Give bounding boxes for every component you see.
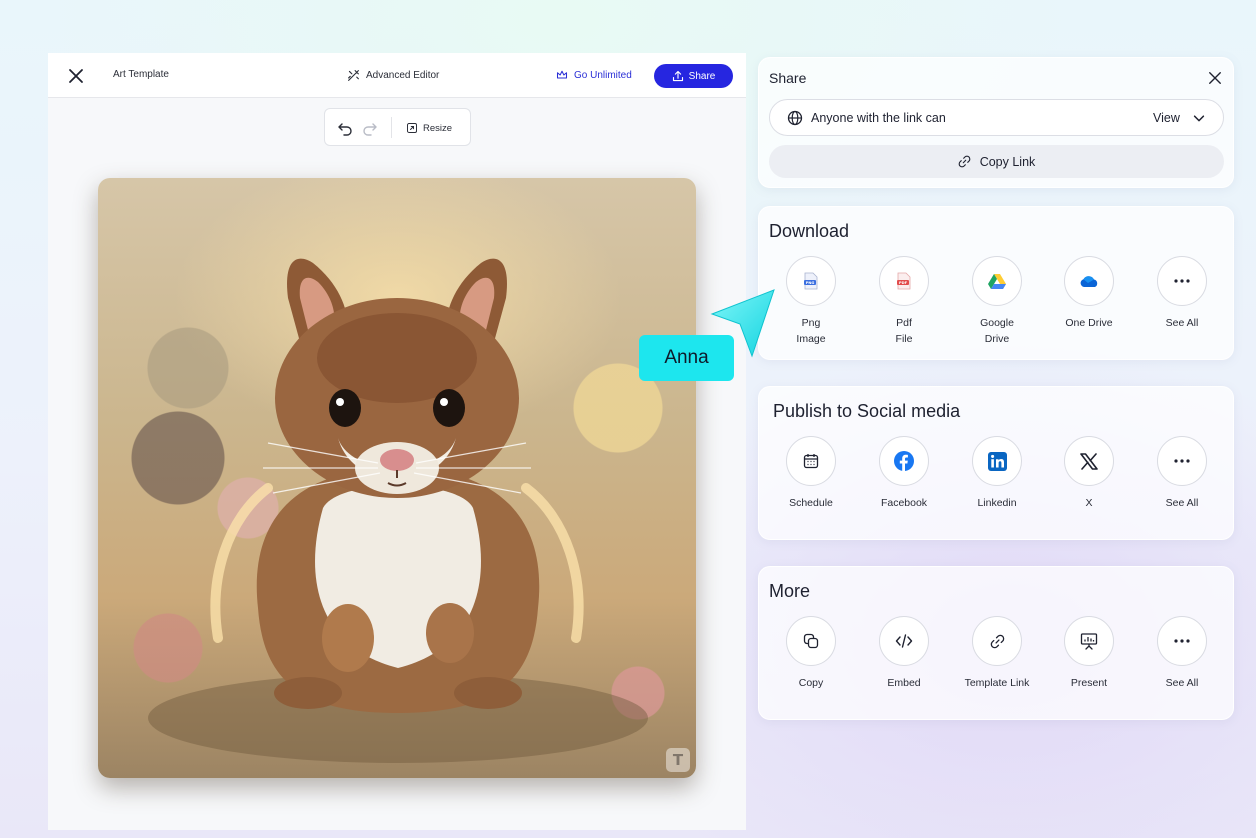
download-see-all-label: See All — [1165, 317, 1199, 329]
document-title: Art Template — [113, 69, 169, 80]
social-see-all-button[interactable]: See All — [1137, 436, 1227, 511]
facebook-button[interactable]: Facebook — [859, 436, 949, 511]
toolbar-divider — [391, 117, 392, 138]
onedrive-button[interactable]: One Drive — [1044, 256, 1134, 331]
crown-icon — [556, 70, 568, 79]
copy-link-button[interactable]: Copy Link — [769, 145, 1224, 178]
onedrive-label: One Drive — [1065, 317, 1113, 329]
more-dots-icon — [1174, 639, 1190, 643]
advanced-editor-button[interactable]: Advanced Editor — [347, 67, 439, 83]
link-access-label: Anyone with the link can — [811, 111, 946, 125]
social-see-all-label: See All — [1165, 497, 1199, 509]
linkedin-icon — [987, 451, 1007, 471]
presentation-icon — [1080, 633, 1098, 650]
schedule-label: Schedule — [789, 497, 833, 509]
resize-label: Resize — [423, 122, 453, 134]
copy-link-label: Copy Link — [979, 154, 1036, 169]
png-file-icon: PNG — [804, 272, 818, 290]
google-drive-label: Google Drive — [980, 317, 1014, 345]
advanced-editor-label: Advanced Editor — [366, 69, 440, 81]
copy-icon — [803, 633, 819, 649]
close-icon[interactable] — [68, 68, 84, 84]
onedrive-icon — [1080, 275, 1098, 287]
download-pdf-label: Pdf File — [895, 317, 913, 345]
link-icon — [958, 155, 971, 168]
more-dots-icon — [1174, 459, 1190, 463]
permission-value: View — [1153, 111, 1180, 125]
resize-icon — [407, 123, 417, 133]
more-see-all-label: See All — [1165, 677, 1199, 689]
watermark-badge: T — [666, 748, 690, 772]
artwork-canvas[interactable]: T — [98, 178, 696, 778]
present-label: Present — [1070, 677, 1108, 689]
download-panel: Download PNG Png Image PDF Pdf File Goog… — [758, 206, 1234, 360]
google-drive-button[interactable]: Google Drive — [952, 256, 1042, 347]
more-panel: More Copy Embed Template Link Present Se… — [758, 566, 1234, 720]
chevron-down-icon — [1193, 115, 1205, 122]
more-dots-icon — [1174, 279, 1190, 283]
schedule-button[interactable]: Schedule — [766, 436, 856, 511]
code-icon — [895, 634, 913, 648]
facebook-icon — [894, 451, 914, 471]
resize-button[interactable]: Resize — [406, 120, 452, 136]
share-panel-title: Share — [769, 70, 807, 86]
svg-text:PDF: PDF — [899, 281, 908, 285]
more-title: More — [769, 581, 811, 601]
x-button[interactable]: X — [1044, 436, 1134, 511]
share-button[interactable]: Share — [654, 64, 733, 88]
embed-button[interactable]: Embed — [859, 616, 949, 691]
share-button-label: Share — [688, 70, 716, 82]
facebook-label: Facebook — [880, 497, 928, 509]
calendar-icon — [803, 454, 819, 469]
editor-topbar: Art Template Advanced Editor Go Unlimite… — [48, 53, 746, 98]
linkedin-button[interactable]: Linkedin — [952, 436, 1042, 511]
present-button[interactable]: Present — [1044, 616, 1134, 691]
linkedin-label: Linkedin — [977, 497, 1017, 509]
go-unlimited-button[interactable]: Go Unlimited — [556, 67, 632, 83]
squirrel-painting — [148, 258, 648, 763]
go-unlimited-label: Go Unlimited — [574, 69, 632, 81]
link-icon — [990, 634, 1004, 648]
permission-dropdown[interactable]: View — [1153, 111, 1206, 125]
copy-label: Copy — [798, 677, 824, 689]
link-access-row[interactable]: Anyone with the link can View — [769, 99, 1224, 136]
more-see-all-button[interactable]: See All — [1137, 616, 1227, 691]
x-label: X — [1085, 497, 1093, 509]
canvas-toolbar: Resize — [324, 108, 471, 146]
x-logo-icon — [1080, 452, 1098, 470]
pdf-file-icon: PDF — [897, 272, 911, 290]
undo-icon[interactable] — [337, 120, 353, 136]
svg-text:PNG: PNG — [806, 281, 815, 285]
social-panel: Publish to Social media Schedule Faceboo… — [758, 386, 1234, 540]
download-see-all-button[interactable]: See All — [1137, 256, 1227, 331]
globe-icon — [787, 110, 803, 126]
template-link-label: Template Link — [964, 677, 1030, 689]
download-pdf-button[interactable]: PDF Pdf File — [859, 256, 949, 347]
redo-icon[interactable] — [362, 120, 378, 136]
template-link-button[interactable]: Template Link — [952, 616, 1042, 691]
google-drive-icon — [988, 274, 1006, 289]
download-title: Download — [769, 221, 850, 241]
magic-tools-icon — [348, 69, 359, 81]
close-icon[interactable] — [1208, 71, 1222, 85]
copy-button[interactable]: Copy — [766, 616, 856, 691]
social-title: Publish to Social media — [773, 401, 961, 421]
collaborator-name-tag: Anna — [639, 335, 734, 381]
share-panel: Share Anyone with the link can View Copy… — [758, 57, 1234, 188]
upload-icon — [672, 70, 683, 82]
embed-label: Embed — [887, 677, 921, 689]
